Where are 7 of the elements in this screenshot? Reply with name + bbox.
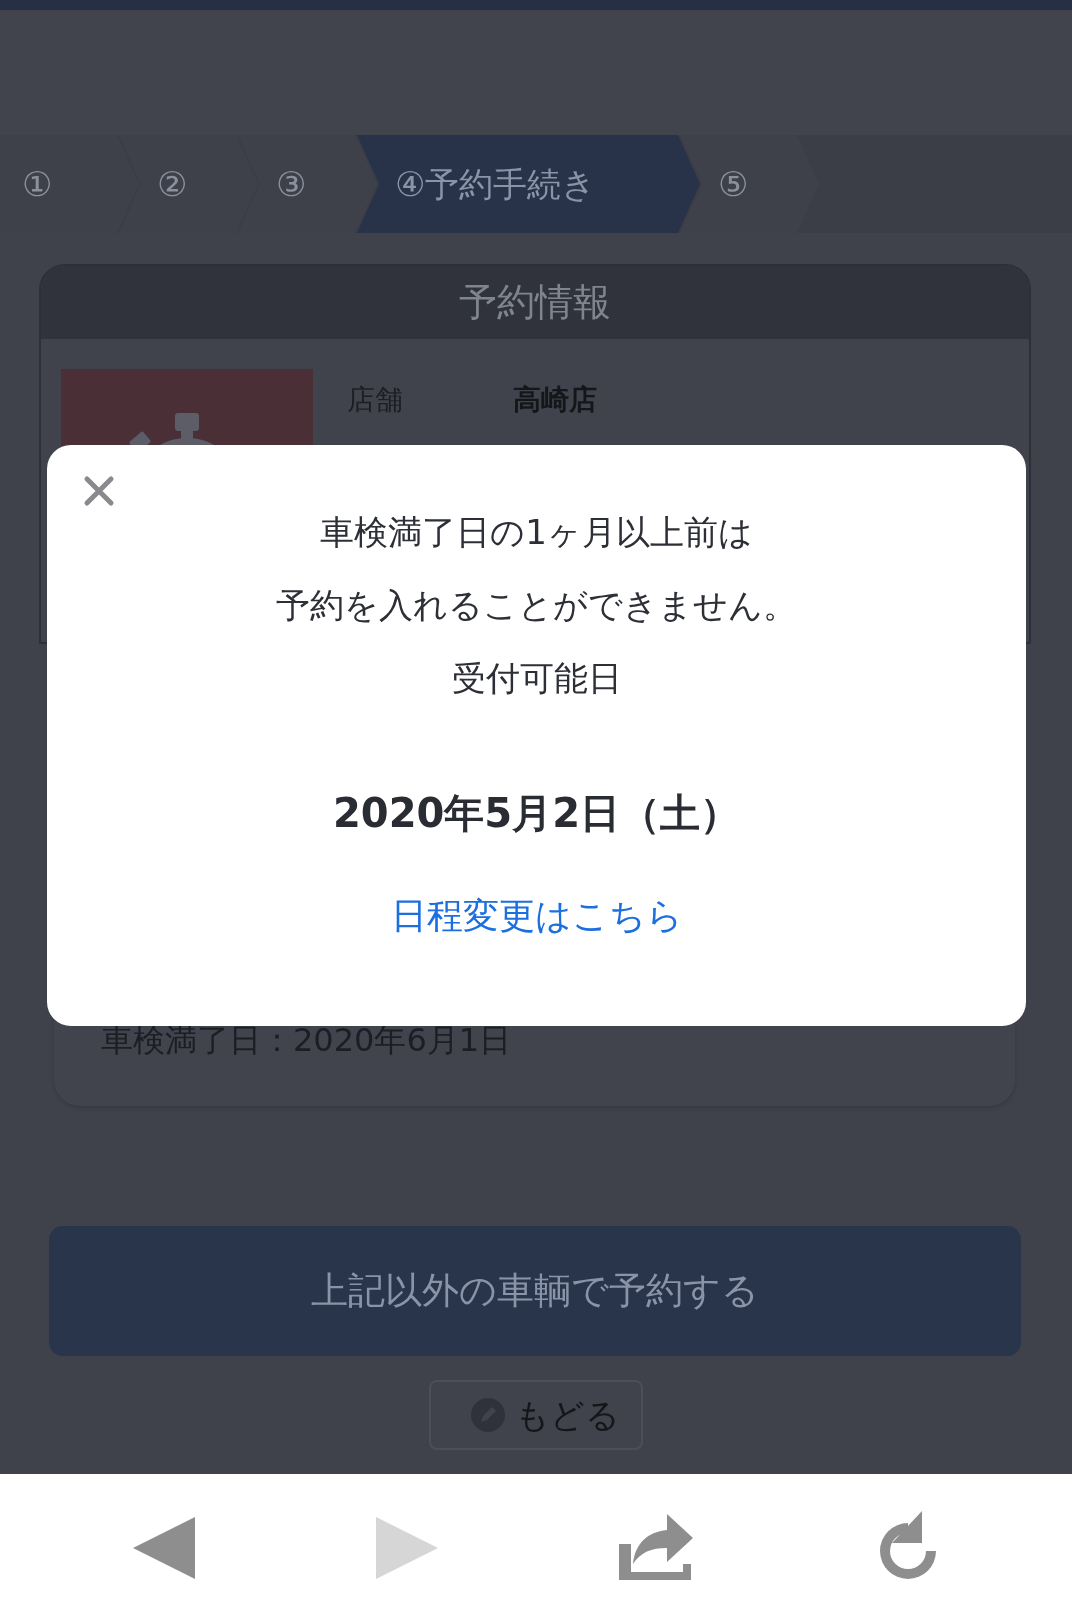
other-vehicle-button[interactable]: 上記以外の車輌で予約する <box>49 1226 1021 1356</box>
card-title: 予約情報 <box>41 266 1029 339</box>
available-date: 2020年5月2日（土） <box>332 789 741 838</box>
message-text: 受付可能日 <box>450 657 623 700</box>
message-text: 予約を入れることができません。 <box>275 584 798 627</box>
reschedule-link[interactable]: 日程変更はこちら <box>390 879 683 952</box>
message-text: 車検満了日の1ヶ月以上前は <box>319 511 754 554</box>
